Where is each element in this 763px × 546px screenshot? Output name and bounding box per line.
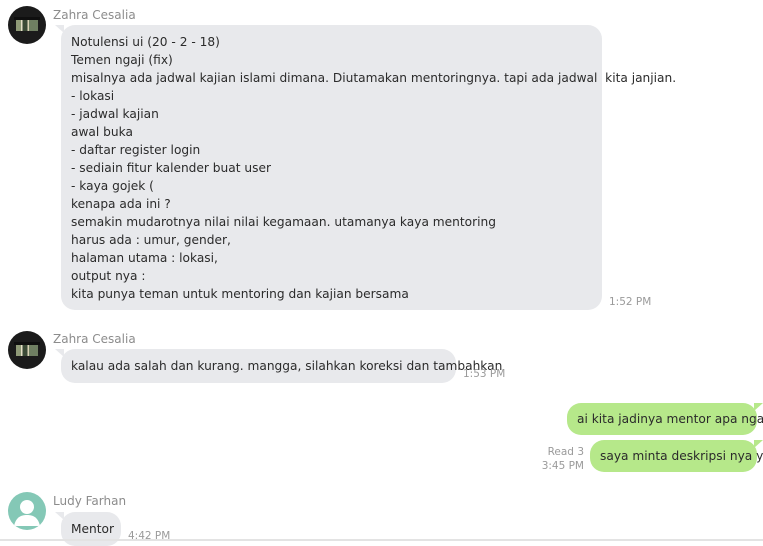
message-line: misalnya ada jadwal kajian islami dimana… [71,71,677,85]
message-line: - jadwal kajian [71,107,159,121]
message-text: Mentor [71,522,114,536]
message-line: - kaya gojek ( [71,179,154,193]
avatar-photo [14,17,40,31]
message-time: 1:52 PM [609,296,652,308]
read-count: Read 3 [547,446,584,458]
message-line: Temen ngaji (fix) [71,53,173,67]
outgoing-message-bubble[interactable]: saya minta deskripsi nya ya [590,440,763,472]
message-line: - sediain fitur kalender buat user [71,161,271,175]
person-icon [14,500,40,526]
outgoing-message-bubble[interactable]: ai kita jadinya mentor apa ngaji [567,403,763,435]
message-text: Notulensi ui (20 - 2 - 18) Temen ngaji (f… [71,33,677,303]
message-line: awal buka [71,125,133,139]
message-line: Notulensi ui (20 - 2 - 18) [71,35,220,49]
message-bubble[interactable]: Notulensi ui (20 - 2 - 18) Temen ngaji (f… [55,25,677,310]
message-line: halaman utama : lokasi, [71,251,218,265]
sender-name: Zahra Cesalia [53,332,136,346]
avatar-zahra[interactable] [8,331,46,369]
sender-name: Zahra Cesalia [53,8,136,22]
avatar-photo [14,342,40,356]
message-line: kenapa ada ini ? [71,197,171,211]
message-line: harus ada : umur, gender, [71,233,231,247]
sender-name: Ludy Farhan [53,494,127,508]
message-text: ai kita jadinya mentor apa ngaji [577,412,763,426]
message-line: semakin mudarotnya nilai nilai kegamaan.… [71,215,496,229]
message-line: kita punya teman untuk mentoring dan kaj… [71,287,409,301]
avatar-ludy[interactable] [8,492,46,530]
message-line: output nya : [71,269,146,283]
message-text: saya minta deskripsi nya ya [600,449,763,463]
message-time: 3:45 PM [541,460,584,472]
message-line: - daftar register login [71,143,201,157]
message-bubble[interactable]: kalau ada salah dan kurang. mangga, sila… [55,349,503,383]
avatar-zahra[interactable] [8,6,46,44]
message-time: 1:53 PM [463,368,506,380]
read-receipt: Read 3 3:45 PM [530,445,584,473]
message-text: kalau ada salah dan kurang. mangga, sila… [71,359,503,373]
message-line: - lokasi [71,89,115,103]
